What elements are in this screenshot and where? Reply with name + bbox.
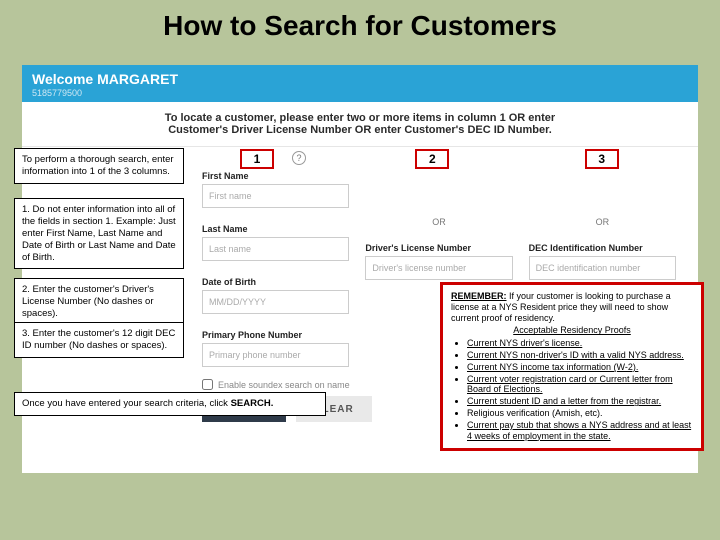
remember-subhead: Acceptable Residency Proofs xyxy=(451,325,693,336)
last-name-label: Last Name xyxy=(202,224,349,234)
welcome-prefix: Welcome xyxy=(32,71,97,87)
callout-bottom-search: SEARCH. xyxy=(231,398,274,409)
badge-2: 2 xyxy=(415,149,449,169)
callout-step-2: 2. Enter the customer's Driver's License… xyxy=(14,278,184,326)
dob-label: Date of Birth xyxy=(202,277,349,287)
dl-label: Driver's License Number xyxy=(365,243,512,253)
list-item: Current NYS non-driver's ID with a valid… xyxy=(467,350,693,361)
remember-header: REMEMBER: xyxy=(451,291,507,301)
or-label-2: OR xyxy=(529,217,676,227)
callout-remember: REMEMBER: If your customer is looking to… xyxy=(440,282,704,451)
help-icon[interactable]: ? xyxy=(292,151,306,165)
soundex-label: Enable soundex search on name xyxy=(218,380,350,390)
callout-bottom-text: Once you have entered your search criter… xyxy=(22,398,231,409)
first-name-label: First Name xyxy=(202,171,349,181)
or-label-1: OR xyxy=(365,217,512,227)
dl-input[interactable] xyxy=(365,256,512,280)
phone-input[interactable] xyxy=(202,343,349,367)
list-item: Current pay stub that shows a NYS addres… xyxy=(467,420,693,442)
soundex-checkbox[interactable] xyxy=(202,379,213,390)
badge-3: 3 xyxy=(585,149,619,169)
list-item: Religious verification (Amish, etc). xyxy=(467,408,693,419)
column-1: 1 ? First Name Last Name Date of Birth P… xyxy=(202,155,349,367)
first-name-input[interactable] xyxy=(202,184,349,208)
dob-input[interactable] xyxy=(202,290,349,314)
dec-input[interactable] xyxy=(529,256,676,280)
badge-1: 1 xyxy=(240,149,274,169)
remember-list: Current NYS driver's license. Current NY… xyxy=(451,338,693,441)
callout-step-1: 1. Do not enter information into all of … xyxy=(14,198,184,269)
list-item: Current NYS income tax information (W-2)… xyxy=(467,362,693,373)
phone-label: Primary Phone Number xyxy=(202,330,349,340)
callout-bottom: Once you have entered your search criter… xyxy=(14,392,326,416)
list-item: Current voter registration card or Curre… xyxy=(467,374,693,396)
welcome-id: 5185779500 xyxy=(32,88,688,98)
slide-title: How to Search for Customers xyxy=(0,0,720,50)
welcome-bar: Welcome MARGARET 5185779500 xyxy=(22,65,698,102)
list-item: Current student ID and a letter from the… xyxy=(467,396,693,407)
last-name-input[interactable] xyxy=(202,237,349,261)
instruction-text: To locate a customer, please enter two o… xyxy=(22,102,698,147)
callout-step-3: 3. Enter the customer's 12 digit DEC ID … xyxy=(14,322,184,358)
welcome-username: MARGARET xyxy=(97,71,178,87)
callout-intro: To perform a thorough search, enter info… xyxy=(14,148,184,184)
dec-label: DEC Identification Number xyxy=(529,243,676,253)
list-item: Current NYS driver's license. xyxy=(467,338,693,349)
